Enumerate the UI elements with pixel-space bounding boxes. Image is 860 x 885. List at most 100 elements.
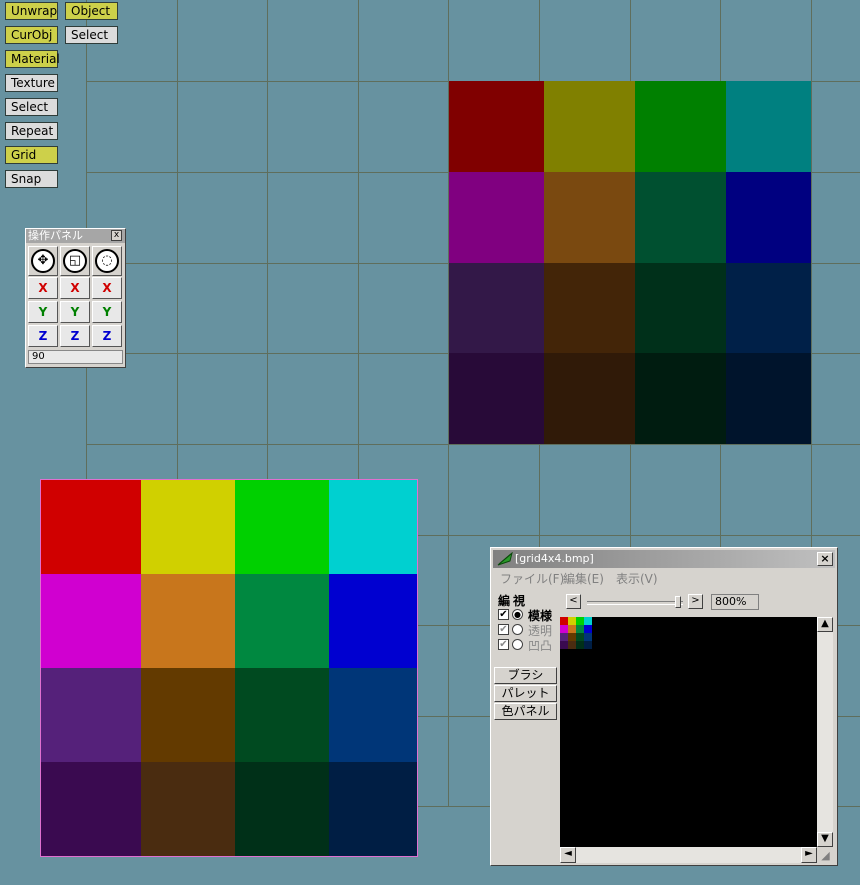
scale-x-button[interactable]: X [60, 277, 90, 299]
scale-tool-button[interactable]: ◱ [60, 246, 90, 276]
panel-close-button[interactable]: x [111, 230, 122, 241]
scroll-up-button[interactable]: ▲ [817, 617, 833, 632]
toolbar-button-select-2[interactable]: Select [65, 26, 118, 44]
thumb-pixel [568, 617, 576, 625]
panel-title-bar[interactable]: 操作パネル x [26, 229, 125, 243]
thumb-pixel [576, 625, 584, 633]
option-checkbox[interactable]: ✔ [498, 639, 509, 650]
option-radio[interactable]: ● [512, 609, 523, 620]
move-z-button[interactable]: Z [28, 325, 58, 347]
rotate-icon: ◌ [95, 249, 119, 273]
toolbar-button-snap[interactable]: Snap [5, 170, 58, 188]
arrow-down-icon: ▼ [821, 833, 829, 844]
palette-texture[interactable] [40, 479, 418, 857]
color-cell [635, 81, 726, 172]
color-cell [449, 172, 544, 263]
color-cell [329, 762, 417, 856]
grid-line-horizontal [86, 444, 860, 445]
option-radio[interactable] [512, 639, 523, 650]
color-cell [141, 574, 235, 668]
operation-panel: 操作パネル x ✥ ◱ ◌ X X X Y Y Y Z Z Z 90 [25, 228, 126, 368]
thumb-pixel [584, 641, 592, 649]
toolbar-button-object-2[interactable]: Object [65, 2, 118, 20]
color-cell [544, 353, 635, 444]
scale-y-button[interactable]: Y [60, 301, 90, 323]
zoom-slider[interactable] [587, 596, 683, 608]
zoom-level[interactable]: 800% [711, 594, 759, 610]
toolbar-button-material[interactable]: Material [5, 50, 60, 68]
image-editor-window: [grid4x4.bmp] × ファイル(F) 編集(E) 表示(V) < > … [490, 547, 838, 866]
thumb-pixel [560, 633, 568, 641]
texture-thumbnail [560, 617, 592, 649]
option-checkbox[interactable]: ✔ [498, 609, 509, 620]
color-cell [726, 81, 811, 172]
horizontal-scrollbar[interactable]: ◄ ► [560, 847, 817, 863]
brush-button[interactable]: ブラシ [494, 667, 557, 684]
color-cell [235, 668, 329, 762]
value-field[interactable]: 90 [28, 350, 123, 364]
thumb-pixel [576, 617, 584, 625]
color-panel-button[interactable]: 色パネル [494, 703, 557, 720]
toolbar-button-select[interactable]: Select [5, 98, 58, 116]
color-cell [235, 762, 329, 856]
color-cell [726, 263, 811, 353]
move-icon: ✥ [31, 249, 55, 273]
toolbar-button-texture[interactable]: Texture [5, 74, 58, 92]
scroll-right-button[interactable]: ► [801, 847, 817, 863]
rotate-y-button[interactable]: Y [92, 301, 122, 323]
scale-icon: ◱ [63, 249, 87, 273]
rotate-z-button[interactable]: Z [92, 325, 122, 347]
scroll-down-button[interactable]: ▼ [817, 832, 833, 847]
toolbar-button-repeat[interactable]: Repeat [5, 122, 58, 140]
thumb-pixel [584, 625, 592, 633]
arrow-up-icon: ▲ [821, 618, 829, 629]
color-cell [635, 172, 726, 263]
move-y-button[interactable]: Y [28, 301, 58, 323]
toolbar-button-unwrap[interactable]: Unwrap [5, 2, 58, 20]
image-canvas[interactable] [560, 617, 817, 847]
thumb-pixel [576, 633, 584, 641]
color-cell [41, 668, 141, 762]
color-cell [141, 480, 235, 574]
option-checkbox[interactable]: ✔ [498, 624, 509, 635]
edit-mode-tab[interactable]: 編 [498, 592, 510, 609]
rotate-x-button[interactable]: X [92, 277, 122, 299]
window-close-button[interactable]: × [817, 552, 833, 566]
scroll-left-button[interactable]: ◄ [560, 847, 576, 863]
color-cell [329, 480, 417, 574]
menu-edit[interactable]: 編集(E) [563, 570, 604, 587]
zoom-in-button[interactable]: > [688, 594, 703, 609]
color-cell [544, 81, 635, 172]
thumb-pixel [584, 617, 592, 625]
arrow-right-icon: ► [805, 848, 813, 859]
rotate-tool-button[interactable]: ◌ [92, 246, 122, 276]
zoom-slider-thumb[interactable] [675, 596, 681, 608]
color-cell [544, 263, 635, 353]
menu-file[interactable]: ファイル(F) [500, 570, 564, 587]
resize-grip-icon[interactable]: ◢ [818, 848, 833, 863]
scale-z-button[interactable]: Z [60, 325, 90, 347]
toolbar-button-grid[interactable]: Grid [5, 146, 58, 164]
palette-button[interactable]: パレット [494, 685, 557, 702]
move-x-button[interactable]: X [28, 277, 58, 299]
color-cell [726, 353, 811, 444]
uv-texture-quad[interactable] [449, 81, 811, 444]
color-cell [141, 668, 235, 762]
move-tool-button[interactable]: ✥ [28, 246, 58, 276]
color-cell [235, 480, 329, 574]
window-title: [grid4x4.bmp] [515, 552, 594, 565]
thumb-pixel [560, 625, 568, 633]
color-cell [544, 172, 635, 263]
view-mode-tab[interactable]: 視 [513, 592, 525, 609]
toolbar-button-curobj[interactable]: CurObj [5, 26, 58, 44]
thumb-pixel [568, 625, 576, 633]
menu-view[interactable]: 表示(V) [616, 570, 658, 587]
color-cell [141, 762, 235, 856]
zoom-out-button[interactable]: < [566, 594, 581, 609]
option-radio[interactable] [512, 624, 523, 635]
vertical-scrollbar[interactable]: ▲ ▼ [817, 617, 833, 847]
color-cell [41, 574, 141, 668]
window-title-bar[interactable]: [grid4x4.bmp] × [493, 550, 835, 568]
leaf-icon [497, 551, 513, 566]
color-cell [329, 574, 417, 668]
